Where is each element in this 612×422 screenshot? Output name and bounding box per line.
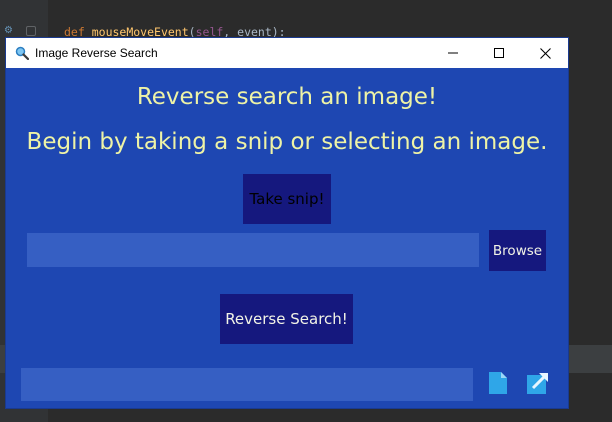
open-external-icon xyxy=(527,373,548,394)
browse-button[interactable]: Browse xyxy=(489,230,546,271)
code-self: self xyxy=(195,25,224,39)
reverse-search-button[interactable]: Reverse Search! xyxy=(220,294,353,344)
close-button[interactable] xyxy=(522,38,568,68)
code-keyword: def xyxy=(64,25,85,39)
image-path-input[interactable] xyxy=(27,233,479,267)
magnifier-icon xyxy=(15,46,29,60)
take-snip-button[interactable]: Take snip! xyxy=(243,174,331,224)
open-result-button[interactable] xyxy=(526,370,550,396)
instructions-text: Begin by taking a snip or selecting an i… xyxy=(26,129,548,155)
maximize-button[interactable] xyxy=(476,38,522,68)
window-title: Image Reverse Search xyxy=(35,46,158,60)
copy-result-button[interactable] xyxy=(486,370,510,396)
code-open-paren: ( xyxy=(188,25,196,39)
close-icon xyxy=(539,47,551,59)
title-bar[interactable]: Image Reverse Search xyxy=(6,38,568,68)
result-url-input[interactable] xyxy=(21,368,473,401)
breakpoint-icon: ⚙ xyxy=(4,25,13,36)
minimize-icon xyxy=(448,52,458,54)
window-content: Reverse search an image! Begin by taking… xyxy=(6,68,568,408)
fold-icon xyxy=(26,26,36,36)
page-title: Reverse search an image! xyxy=(136,84,438,110)
ide-panel-edge xyxy=(568,345,612,373)
document-icon xyxy=(489,372,507,394)
code-rest: , event): xyxy=(223,25,286,39)
app-window: Image Reverse Search Reverse search an i… xyxy=(6,38,568,408)
minimize-button[interactable] xyxy=(430,38,476,68)
code-function-name: mouseMoveEvent xyxy=(91,25,189,39)
maximize-icon xyxy=(494,48,504,58)
